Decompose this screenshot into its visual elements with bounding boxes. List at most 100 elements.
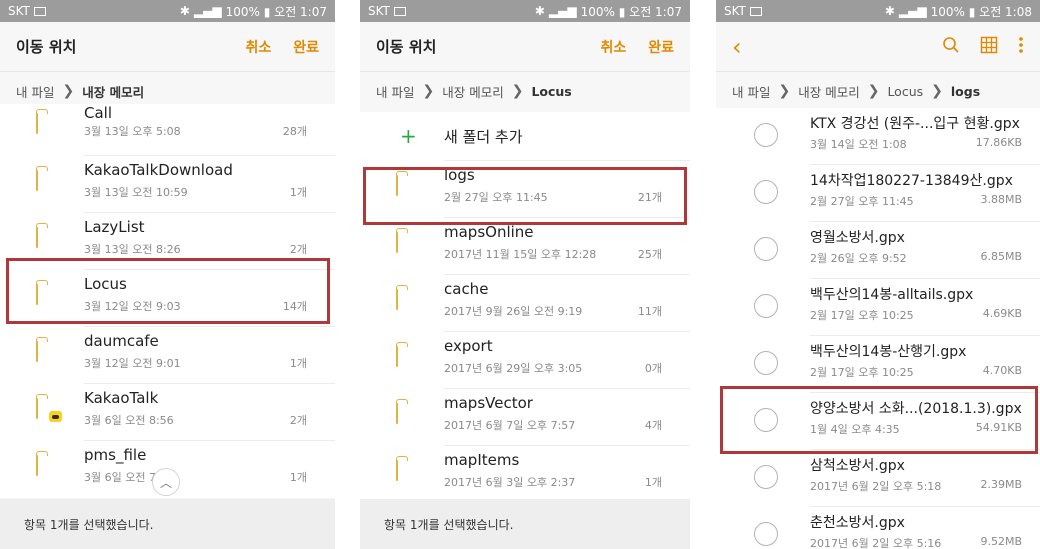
breadcrumb-root[interactable]: 내 파일 (376, 82, 414, 101)
item-name: 14차작업180227-13849산.gpx (810, 173, 1013, 189)
folder-icon (36, 227, 38, 248)
breadcrumb-root[interactable]: 내 파일 (16, 82, 54, 101)
plus-icon: + (400, 124, 417, 148)
breadcrumb: 내 파일 ❯ 내장 메모리 ❯ Locus (360, 72, 690, 110)
item-date: 2017년 6월 3일 오후 2:37 (444, 476, 576, 489)
breadcrumb-middle[interactable]: 내장 메모리 (442, 82, 503, 101)
gpx-file-icon (754, 522, 778, 546)
back-icon[interactable]: ‹ (732, 35, 742, 59)
list-item[interactable]: 삼척소방서.gpx 2017년 6월 2일 오후 5:18 2.39MB (716, 450, 1040, 507)
grid-view-icon[interactable] (980, 36, 998, 58)
list-item-selected[interactable]: 양양소방서 소화...(2018.1.3).gpx 1월 4일 오후 4:35 … (716, 393, 1040, 450)
chevron-right-icon: ❯ (511, 83, 524, 99)
carrier-label: SKT (368, 4, 390, 18)
item-name: mapsVector (444, 394, 533, 412)
list-item[interactable]: 백두산의14봉-alltails.gpx 2월 17일 오후 10:25 4.6… (716, 279, 1040, 336)
chevron-right-icon: ❯ (931, 83, 943, 99)
list-item[interactable]: 백두산의14봉-산행기.gpx 2월 17일 오후 10:25 4.70KB (716, 336, 1040, 393)
breadcrumb: 내 파일 ❯ 내장 메모리 ❯ Locus ❯ logs (716, 72, 1040, 110)
list-item[interactable]: cache 2017년 9월 26일 오전 9:19 11개 (360, 275, 690, 332)
chevron-right-icon: ❯ (778, 83, 791, 99)
item-date: 2017년 11월 15일 오후 12:28 (444, 248, 597, 261)
item-name: mapsOnline (444, 223, 534, 241)
search-icon[interactable] (942, 36, 960, 58)
item-date: 3월 12일 오전 9:01 (84, 357, 181, 370)
breadcrumb-current[interactable]: Locus (531, 84, 571, 99)
gpx-file-icon (754, 180, 778, 204)
folder-icon (396, 175, 398, 196)
panel-internal-storage: SKT ✱ ▂▄▆ 100% ▮ 오전 1:07 이동 위치 취소 완료 내 파… (0, 0, 335, 549)
item-size: 6.85MB (980, 250, 1022, 263)
list-item[interactable]: 영월소방서.gpx 2월 26일 오후 9:52 6.85MB (716, 222, 1040, 279)
list-item[interactable]: mapsOnline 2017년 11월 15일 오후 12:28 25개 (360, 218, 690, 275)
breadcrumb-current[interactable]: 내장 메모리 (82, 82, 144, 101)
cancel-button[interactable]: 취소 (600, 37, 626, 57)
panel-logs: SKT ✱ ▂▄▆ 100% ▮ 오전 1:08 ‹ 내 파일 ❯ 내장 메모리… (716, 0, 1040, 549)
breadcrumb-locus[interactable]: Locus (887, 84, 923, 99)
item-name: LazyList (84, 218, 145, 236)
item-name: logs (444, 166, 475, 184)
list-item[interactable]: export 2017년 6월 29일 오후 3:05 0개 (360, 332, 690, 389)
chevron-right-icon: ❯ (422, 83, 435, 99)
add-folder-button[interactable]: + 새 폴더 추가 (360, 112, 690, 160)
cancel-button[interactable]: 취소 (245, 37, 271, 57)
item-count: 1개 (289, 186, 307, 199)
scroll-up-button[interactable]: ︿ (152, 468, 180, 496)
gpx-file-icon (754, 123, 778, 147)
done-button[interactable]: 완료 (648, 37, 674, 57)
item-size: 4.70KB (982, 364, 1022, 377)
item-date: 2월 17일 오후 10:25 (810, 309, 914, 322)
signal-icon: ▂▄▆ (898, 4, 927, 18)
list-item[interactable]: 춘천소방서.gpx 2017년 6월 2일 오후 5:16 9.52MB (716, 507, 1040, 549)
status-time: 100% ▮ 오전 1:07 (580, 4, 682, 19)
list-item[interactable]: mapsVector 2017년 6월 7일 오후 7:57 4개 (360, 389, 690, 446)
gpx-file-icon (754, 408, 778, 432)
folder-icon (36, 170, 38, 191)
status-bar: SKT ✱ ▂▄▆ 100% ▮ 오전 1:08 (716, 0, 1040, 22)
list-item-selected[interactable]: logs 2월 27일 오후 11:45 21개 (360, 161, 690, 218)
list-item-selected[interactable]: Locus 3월 12일 오전 9:03 14개 (0, 270, 335, 327)
list-item[interactable]: daumcafe 3월 12일 오전 9:01 1개 (0, 327, 335, 384)
page-title: 이동 위치 (16, 38, 77, 56)
list-item[interactable]: KakaoTalk 3월 6일 오전 8:56 2개 (0, 384, 335, 441)
chevron-up-icon: ︿ (159, 475, 172, 490)
item-name: 양양소방서 소화...(2018.1.3).gpx (810, 401, 1022, 417)
item-count: 1개 (289, 471, 307, 484)
item-count: 1개 (289, 357, 307, 370)
gpx-file-icon (754, 465, 778, 489)
breadcrumb-root[interactable]: 내 파일 (732, 82, 770, 101)
item-size: 9.52MB (980, 535, 1022, 548)
item-count: 28개 (282, 125, 307, 138)
folder-icon (36, 113, 38, 134)
folder-icon (396, 460, 398, 481)
item-date: 2월 17일 오후 10:25 (810, 366, 914, 379)
item-name: KTX 경강선 (원주-...입구 현황.gpx (810, 116, 1020, 132)
list-item[interactable]: 14차작업180227-13849산.gpx 2월 27일 오후 11:45 3… (716, 165, 1040, 222)
signal-icon: ▂▄▆ (193, 4, 222, 18)
list-item[interactable]: LazyList 3월 13일 오전 8:26 2개 (0, 213, 335, 270)
list-item[interactable]: KTX 경강선 (원주-...입구 현황.gpx 3월 14일 오전 1:08 … (716, 108, 1040, 165)
item-name: 춘천소방서.gpx (810, 515, 905, 531)
item-count: 1개 (644, 476, 662, 489)
done-button[interactable]: 완료 (293, 37, 319, 57)
folder-icon (396, 403, 398, 424)
list-item[interactable]: KakaoTalkDownload 3월 13일 오전 10:59 1개 (0, 156, 335, 213)
item-name: Call (84, 104, 113, 122)
item-name: daumcafe (84, 332, 159, 350)
breadcrumb-current[interactable]: logs (951, 84, 980, 99)
item-date: 2월 26일 오후 9:52 (810, 252, 907, 265)
list-item[interactable]: Call 3월 13일 오후 5:08 28개 (0, 104, 335, 156)
item-name: 삼척소방서.gpx (810, 458, 905, 474)
item-name: cache (444, 280, 489, 298)
toolbar: 이동 위치 취소 완료 (0, 22, 335, 72)
item-date: 3월 14일 오전 1:08 (810, 138, 907, 151)
more-options-icon[interactable] (1018, 36, 1024, 58)
folder-icon (36, 455, 38, 476)
chevron-right-icon: ❯ (867, 83, 880, 99)
breadcrumb-middle[interactable]: 내장 메모리 (798, 82, 859, 101)
item-name: 백두산의14봉-alltails.gpx (810, 287, 974, 303)
chevron-right-icon: ❯ (62, 83, 75, 99)
item-date: 2월 27일 오후 11:45 (444, 191, 548, 204)
item-size: 3.88MB (980, 193, 1022, 206)
list-item[interactable]: mapItems 2017년 6월 3일 오후 2:37 1개 (360, 446, 690, 503)
